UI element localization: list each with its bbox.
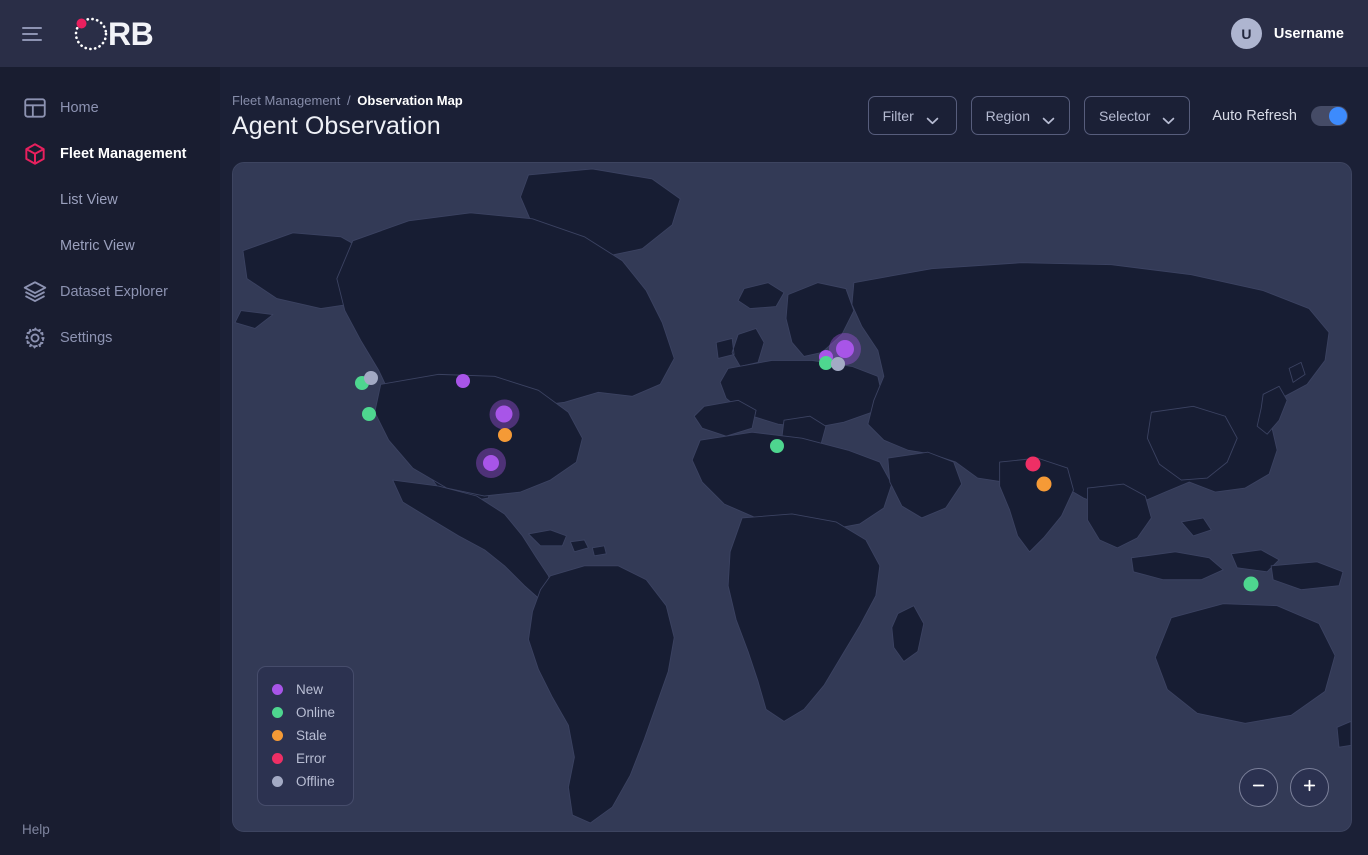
sidebar-item-fleet-management[interactable]: Fleet Management <box>0 131 220 177</box>
zoom-out-button[interactable] <box>1239 768 1278 807</box>
filter-dropdown-label: Filter <box>882 107 914 124</box>
map-marker-online[interactable] <box>362 407 376 421</box>
map-marker-new[interactable] <box>829 333 861 365</box>
chevron-down-icon <box>1162 112 1175 124</box>
toggle-knob <box>1329 106 1347 125</box>
legend-dot-error <box>272 753 283 764</box>
toolbar: Filter Region Selector Auto Refresh <box>867 96 1348 135</box>
map-marker-dot <box>456 374 470 388</box>
hamburger-line <box>22 26 42 29</box>
brand-logo[interactable]: RB <box>70 13 154 55</box>
legend-item: Online <box>272 701 335 724</box>
chevron-down-icon <box>1042 112 1055 124</box>
legend-item: New <box>272 678 335 701</box>
breadcrumb-separator: / <box>347 93 351 108</box>
plus-icon <box>1301 777 1318 799</box>
map-marker-dot <box>1025 456 1041 472</box>
map-marker-dot <box>362 407 376 421</box>
map-marker-dot <box>498 428 512 442</box>
region-dropdown[interactable]: Region <box>970 96 1070 135</box>
sidebar-item-settings[interactable]: Settings <box>0 315 220 361</box>
page-title: Agent Observation <box>232 112 441 140</box>
map-marker-new[interactable] <box>456 374 470 388</box>
brand-text: RB <box>108 15 154 52</box>
sidebar-item-metric-view[interactable]: Metric View <box>0 223 220 269</box>
map-marker-dot <box>831 357 845 371</box>
legend-item: Error <box>272 747 335 770</box>
observation-map[interactable]: New Online Stale Error Offline <box>232 162 1352 832</box>
sidebar-item-home[interactable]: Home <box>0 85 220 131</box>
selector-dropdown-label: Selector <box>1099 107 1151 124</box>
sidebar-item-label: List View <box>60 192 118 208</box>
map-marker-stale[interactable] <box>498 428 512 442</box>
map-legend: New Online Stale Error Offline <box>257 666 355 806</box>
zoom-in-button[interactable] <box>1290 768 1329 807</box>
chevron-down-icon <box>926 112 939 124</box>
selector-dropdown[interactable]: Selector <box>1084 96 1191 135</box>
map-marker-new[interactable] <box>489 399 519 429</box>
map-marker-dot <box>483 455 499 471</box>
main-content: Fleet Management / Observation Map Agent… <box>220 67 1368 855</box>
user-menu[interactable]: U Username <box>1230 18 1344 49</box>
legend-label: Offline <box>296 774 335 789</box>
sidebar-item-label: Settings <box>60 330 113 346</box>
legend-label: Online <box>296 705 336 720</box>
breadcrumb-current: Observation Map <box>357 93 463 108</box>
legend-dot-online <box>272 707 283 718</box>
sidebar-item-dataset-explorer[interactable]: Dataset Explorer <box>0 269 220 315</box>
filter-dropdown[interactable]: Filter <box>867 96 957 135</box>
sidebar-item-label: Home <box>60 100 99 116</box>
auto-refresh-label: Auto Refresh <box>1212 107 1297 124</box>
map-marker-dot <box>1243 576 1259 592</box>
legend-label: Stale <box>296 728 327 743</box>
sidebar-item-label: Fleet Management <box>60 146 187 162</box>
map-markers <box>233 163 1351 831</box>
hamburger-line <box>22 38 42 41</box>
help-link[interactable]: Help <box>22 822 50 837</box>
map-marker-dot <box>770 439 784 453</box>
legend-dot-stale <box>272 730 283 741</box>
hamburger-icon[interactable] <box>22 24 48 44</box>
orb-dotted-circle-icon <box>70 13 112 55</box>
layers-icon <box>22 279 48 305</box>
top-bar: RB U Username <box>0 0 1368 67</box>
auto-refresh-toggle[interactable] <box>1311 105 1348 126</box>
minus-icon <box>1250 777 1267 799</box>
cube-icon <box>22 141 48 167</box>
gear-icon <box>22 325 48 351</box>
map-marker-online[interactable] <box>770 439 784 453</box>
sidebar: Home Fleet Management List View Metric V… <box>0 67 220 855</box>
map-marker-error[interactable] <box>1025 456 1041 472</box>
username-label: Username <box>1273 25 1344 42</box>
sidebar-item-list-view[interactable]: List View <box>0 177 220 223</box>
avatar: U <box>1230 18 1262 49</box>
breadcrumb: Fleet Management / Observation Map <box>232 93 463 108</box>
map-marker-dot <box>1036 476 1052 492</box>
legend-dot-new <box>272 684 283 695</box>
region-dropdown-label: Region <box>985 107 1030 124</box>
map-marker-dot <box>495 405 513 423</box>
sidebar-item-label: Dataset Explorer <box>60 284 168 300</box>
map-zoom-controls <box>1239 768 1329 807</box>
legend-item: Offline <box>272 770 335 793</box>
map-marker-offline[interactable] <box>831 357 845 371</box>
legend-dot-offline <box>272 776 283 787</box>
map-marker-dot <box>364 371 378 385</box>
legend-label: Error <box>296 751 326 766</box>
map-marker-dot <box>836 340 854 358</box>
breadcrumb-parent[interactable]: Fleet Management <box>232 93 340 108</box>
layout-icon <box>22 95 48 121</box>
sidebar-nav: Home Fleet Management List View Metric V… <box>0 67 220 361</box>
legend-item: Stale <box>272 724 335 747</box>
map-marker-stale[interactable] <box>1036 476 1052 492</box>
legend-label: New <box>296 682 324 697</box>
hamburger-line <box>22 32 38 35</box>
map-marker-offline[interactable] <box>364 371 378 385</box>
sidebar-item-label: Metric View <box>60 238 135 254</box>
map-marker-online[interactable] <box>1243 576 1259 592</box>
map-marker-new[interactable] <box>476 448 506 478</box>
